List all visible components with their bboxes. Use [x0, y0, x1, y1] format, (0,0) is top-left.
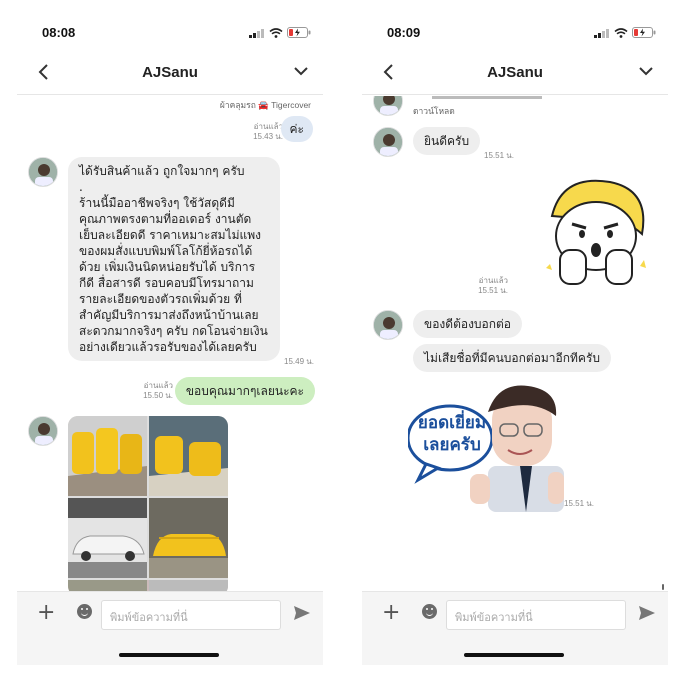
incoming-message[interactable]: ของดีต้องบอกต่อ — [413, 310, 523, 338]
avatar[interactable] — [28, 157, 58, 187]
avatar[interactable] — [373, 96, 403, 116]
photo-thumbnail[interactable] — [68, 416, 147, 496]
battery-charging-icon — [632, 27, 656, 38]
chat-message-list[interactable]: ผ้าคลุมรถ 🚘 Tigercover อ่านแล้ว 15.43 น.… — [17, 96, 323, 591]
send-icon[interactable] — [293, 605, 311, 621]
photo-thumbnail[interactable] — [149, 498, 228, 578]
plus-icon[interactable]: + — [37, 602, 55, 624]
message-time: 15.51 น. — [484, 151, 514, 160]
battery-charging-icon — [287, 27, 311, 38]
send-icon[interactable] — [638, 605, 656, 621]
status-bar: 08:08 — [17, 17, 323, 53]
avatar[interactable] — [373, 127, 403, 157]
message-input-bar: + พิมพ์ข้อความที่นี่ — [17, 591, 323, 665]
message-time: 15.49 น. — [284, 357, 314, 366]
chat-title: AJSanu — [487, 64, 543, 81]
sticker-excellent[interactable]: ยอดเยี่ยม เลยครับ — [406, 382, 564, 512]
incoming-message[interactable]: ได้รับสินค้าแล้ว ถูกใจมากๆ ครับ . ร้านนี… — [68, 157, 280, 361]
chat-message-list[interactable]: ดาวน์โหลด ยินดีครับ 15.51 น. อ่านแล้ว 15… — [362, 96, 668, 591]
chat-header: AJSanu — [362, 53, 668, 95]
chevron-down-icon[interactable] — [638, 65, 654, 77]
status-time: 08:08 — [42, 25, 76, 40]
download-label[interactable]: ดาวน์โหลด — [413, 104, 455, 118]
outgoing-message[interactable]: ค่ะ — [280, 116, 313, 142]
status-time: 08:09 — [387, 25, 421, 40]
avatar[interactable] — [373, 310, 403, 340]
home-indicator — [464, 653, 564, 657]
photo-thumbnail[interactable] — [149, 416, 228, 496]
read-receipt: อ่านแล้ว 15.51 น. — [478, 276, 508, 295]
scroll-indicator — [662, 584, 664, 590]
message-input-bar: + พิมพ์ข้อความที่นี่ — [362, 591, 668, 665]
message-input[interactable]: พิมพ์ข้อความที่นี่ — [101, 600, 281, 630]
wifi-icon — [269, 27, 283, 38]
photo-thumbnail[interactable] — [68, 498, 147, 578]
chevron-down-icon[interactable] — [293, 65, 309, 77]
cellular-signal-icon — [249, 28, 264, 38]
chat-header: AJSanu — [17, 53, 323, 95]
status-icons — [594, 27, 656, 38]
message-input[interactable]: พิมพ์ข้อความที่นี่ — [446, 600, 626, 630]
photo-thumbnail[interactable] — [68, 580, 228, 591]
photo-album-message[interactable] — [68, 416, 228, 591]
outgoing-message[interactable]: ขอบคุณมากๆเลยนะคะ — [174, 377, 315, 405]
sticker-cony-thumbs-up[interactable] — [532, 176, 652, 294]
right-phone-screen: 08:09 AJSanu ดาวน์โหลด ยินดีครับ 15.51 น… — [362, 17, 668, 665]
sticker-text: ยอดเยี่ยม เลยครับ — [417, 413, 487, 455]
status-bar: 08:09 — [362, 17, 668, 53]
chat-title: AJSanu — [142, 64, 198, 81]
plus-icon[interactable]: + — [382, 602, 400, 624]
home-indicator — [119, 653, 219, 657]
avatar[interactable] — [28, 416, 58, 446]
wifi-icon — [614, 27, 628, 38]
left-phone-screen: 08:08 AJSanu ผ้าคลุมรถ 🚘 Tigercover อ่าน… — [17, 17, 323, 665]
read-receipt: อ่านแล้ว 15.43 น. — [253, 122, 283, 141]
emoji-icon[interactable] — [422, 604, 437, 619]
status-icons — [249, 27, 311, 38]
incoming-message[interactable]: ยินดีครับ — [413, 127, 481, 155]
image-edge — [432, 96, 542, 99]
emoji-icon[interactable] — [77, 604, 92, 619]
message-time: 15.51 น. — [564, 499, 594, 508]
cellular-signal-icon — [594, 28, 609, 38]
image-caption: ผ้าคลุมรถ 🚘 Tigercover — [219, 100, 311, 110]
incoming-message[interactable]: ไม่เสียชื่อที่มีคนบอกต่อมาอีกทีครับ — [413, 344, 612, 372]
read-receipt: อ่านแล้ว 15.50 น. — [143, 381, 173, 400]
